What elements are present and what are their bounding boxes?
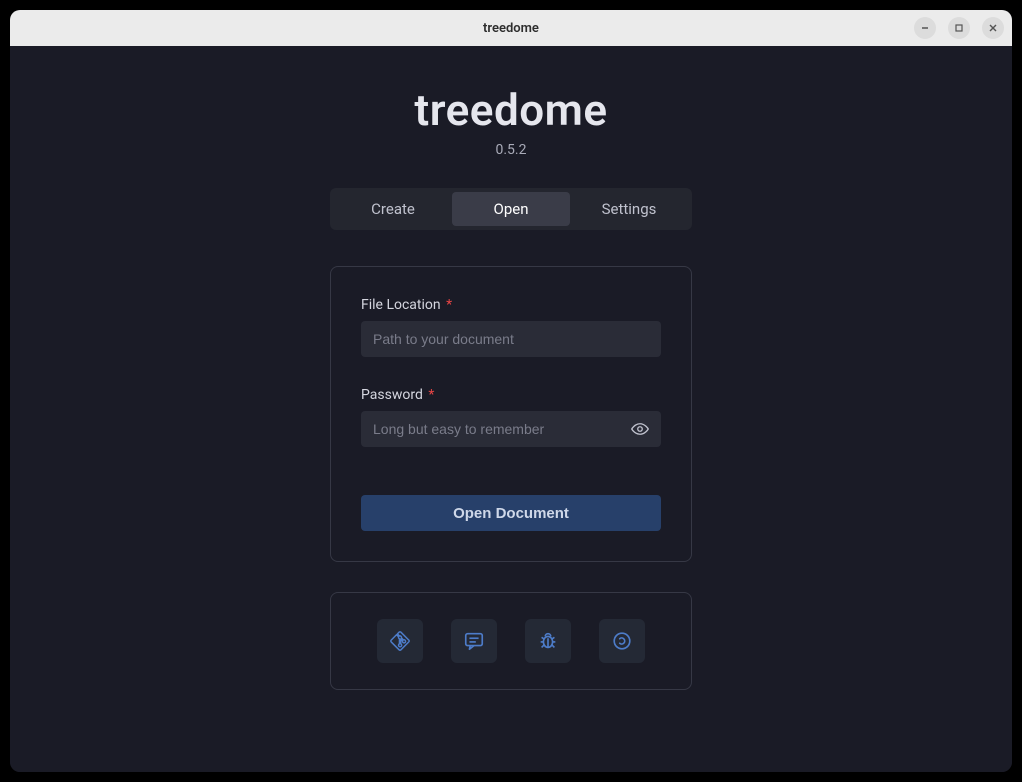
content-area: treedome 0.5.2 Create Open Settings File… (10, 46, 1012, 772)
file-location-label-text: File Location (361, 297, 441, 313)
titlebar: treedome (10, 10, 1012, 46)
file-location-input[interactable] (361, 321, 661, 357)
tab-open[interactable]: Open (452, 192, 570, 226)
chat-link-button[interactable] (451, 619, 497, 663)
bug-link-button[interactable] (525, 619, 571, 663)
tab-create[interactable]: Create (334, 192, 452, 226)
password-input[interactable] (361, 411, 661, 447)
chat-icon (463, 630, 485, 652)
file-location-label: File Location * (361, 297, 661, 313)
license-link-button[interactable] (599, 619, 645, 663)
open-form: File Location * Password * (330, 266, 692, 562)
git-link-button[interactable] (377, 619, 423, 663)
open-document-button[interactable]: Open Document (361, 495, 661, 531)
maximize-icon (954, 23, 964, 33)
window-title: treedome (483, 21, 539, 36)
close-button[interactable] (982, 17, 1004, 39)
close-icon (988, 23, 998, 33)
bug-icon (537, 630, 559, 652)
password-input-wrap (361, 411, 661, 447)
app-title: treedome (414, 84, 607, 136)
minimize-button[interactable] (914, 17, 936, 39)
copyleft-icon (611, 630, 633, 652)
toggle-password-visibility[interactable] (627, 416, 653, 442)
maximize-button[interactable] (948, 17, 970, 39)
window-controls (914, 17, 1004, 39)
app-window: treedome treedome 0.5.2 Create Open Sett… (10, 10, 1012, 772)
password-label-text: Password (361, 387, 423, 403)
minimize-icon (920, 23, 930, 33)
tabs-container: Create Open Settings (330, 188, 692, 230)
eye-icon (631, 420, 649, 438)
git-icon (389, 630, 411, 652)
links-card (330, 592, 692, 690)
tab-settings[interactable]: Settings (570, 192, 688, 226)
required-asterisk: * (446, 297, 452, 313)
password-label: Password * (361, 387, 661, 403)
required-asterisk: * (428, 387, 434, 403)
app-version: 0.5.2 (496, 142, 527, 158)
file-location-input-wrap (361, 321, 661, 357)
